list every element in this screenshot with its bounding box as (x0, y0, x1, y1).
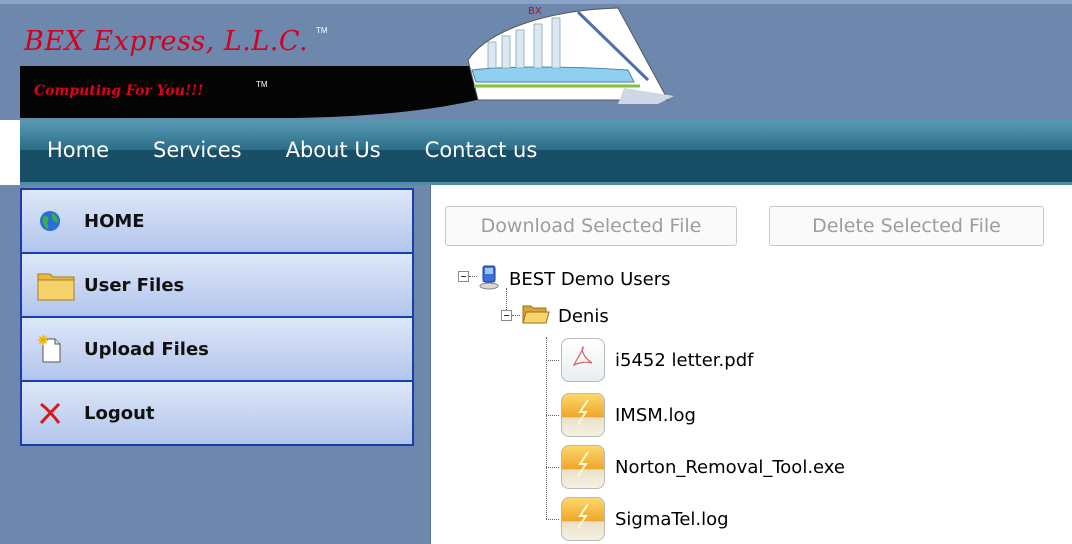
sidebar-item-label: Logout (84, 402, 155, 424)
tree-file-item[interactable]: SigmaTel.log (561, 497, 729, 541)
tree-connector (546, 337, 547, 519)
brand-trademark: TM (316, 26, 328, 35)
tree-connector (506, 288, 507, 310)
globe-icon (36, 207, 64, 235)
red-x-icon (36, 399, 64, 427)
tree-connector (546, 519, 559, 520)
tree-node-user[interactable]: Denis (522, 303, 609, 329)
new-document-icon (36, 335, 64, 363)
sidebar-menu: HOME User Files Upload Files Logout (20, 188, 414, 446)
collapse-user-toggle[interactable] (501, 310, 512, 321)
sidebar: HOME User Files Upload Files Logout (0, 185, 430, 544)
tree-node-root[interactable]: BEST Demo Users (479, 264, 670, 294)
brand-title: BEX Express, L.L.C. (24, 26, 309, 57)
tree-connector (469, 276, 477, 277)
file-name: IMSM.log (615, 404, 696, 426)
nav-items: Home Services About Us Contact us (20, 138, 554, 168)
file-name: i5452 letter.pdf (615, 349, 754, 371)
tree-node-label: Denis (558, 305, 609, 327)
file-icon (561, 445, 605, 489)
open-folder-icon (522, 303, 550, 329)
tree-connector (546, 415, 559, 416)
tree-file-item[interactable]: i5452 letter.pdf (561, 338, 753, 382)
sidebar-item-label: User Files (84, 274, 185, 296)
sidebar-item-upload-files[interactable]: Upload Files (22, 318, 412, 382)
computer-user-icon (479, 264, 501, 294)
tree-node-label: BEST Demo Users (509, 268, 671, 290)
nav-home[interactable]: Home (20, 138, 109, 168)
tree-connector (546, 467, 559, 468)
tree-connector (546, 360, 559, 361)
tree-file-item[interactable]: IMSM.log (561, 393, 696, 437)
file-icon (561, 393, 605, 437)
sidebar-item-label: HOME (84, 210, 145, 232)
sidebar-item-user-files[interactable]: User Files (22, 254, 412, 318)
slogan-trademark: TM (256, 80, 268, 89)
site-header: BEX Express, L.L.C. TM Computing For You… (0, 0, 1072, 120)
pdf-file-icon (561, 338, 605, 382)
main-content: Download Selected File Delete Selected F… (430, 185, 1072, 544)
file-name: SigmaTel.log (615, 508, 729, 530)
svg-text:BX: BX (528, 6, 542, 17)
download-selected-file-button[interactable]: Download Selected File (445, 206, 737, 246)
file-name: Norton_Removal_Tool.exe (615, 456, 845, 478)
file-icon (561, 497, 605, 541)
brand-slogan: Computing For You!!! (34, 83, 204, 99)
sidebar-item-label: Upload Files (84, 338, 209, 360)
folder-icon (36, 271, 76, 301)
main-navigation: Home Services About Us Contact us (20, 120, 1072, 185)
tree-connector (512, 315, 520, 316)
nav-about-us[interactable]: About Us (259, 138, 381, 168)
page: BEX Express, L.L.C. TM Computing For You… (0, 0, 1072, 544)
tree-file-item[interactable]: Norton_Removal_Tool.exe (561, 445, 845, 489)
sidebar-item-logout[interactable]: Logout (22, 382, 412, 446)
train-logo-icon: BX (467, 6, 674, 104)
nav-services[interactable]: Services (126, 138, 242, 168)
collapse-root-toggle[interactable] (458, 271, 469, 282)
nav-contact-us[interactable]: Contact us (398, 138, 538, 168)
delete-selected-file-button[interactable]: Delete Selected File (769, 206, 1044, 246)
sidebar-item-home[interactable]: HOME (22, 190, 412, 254)
